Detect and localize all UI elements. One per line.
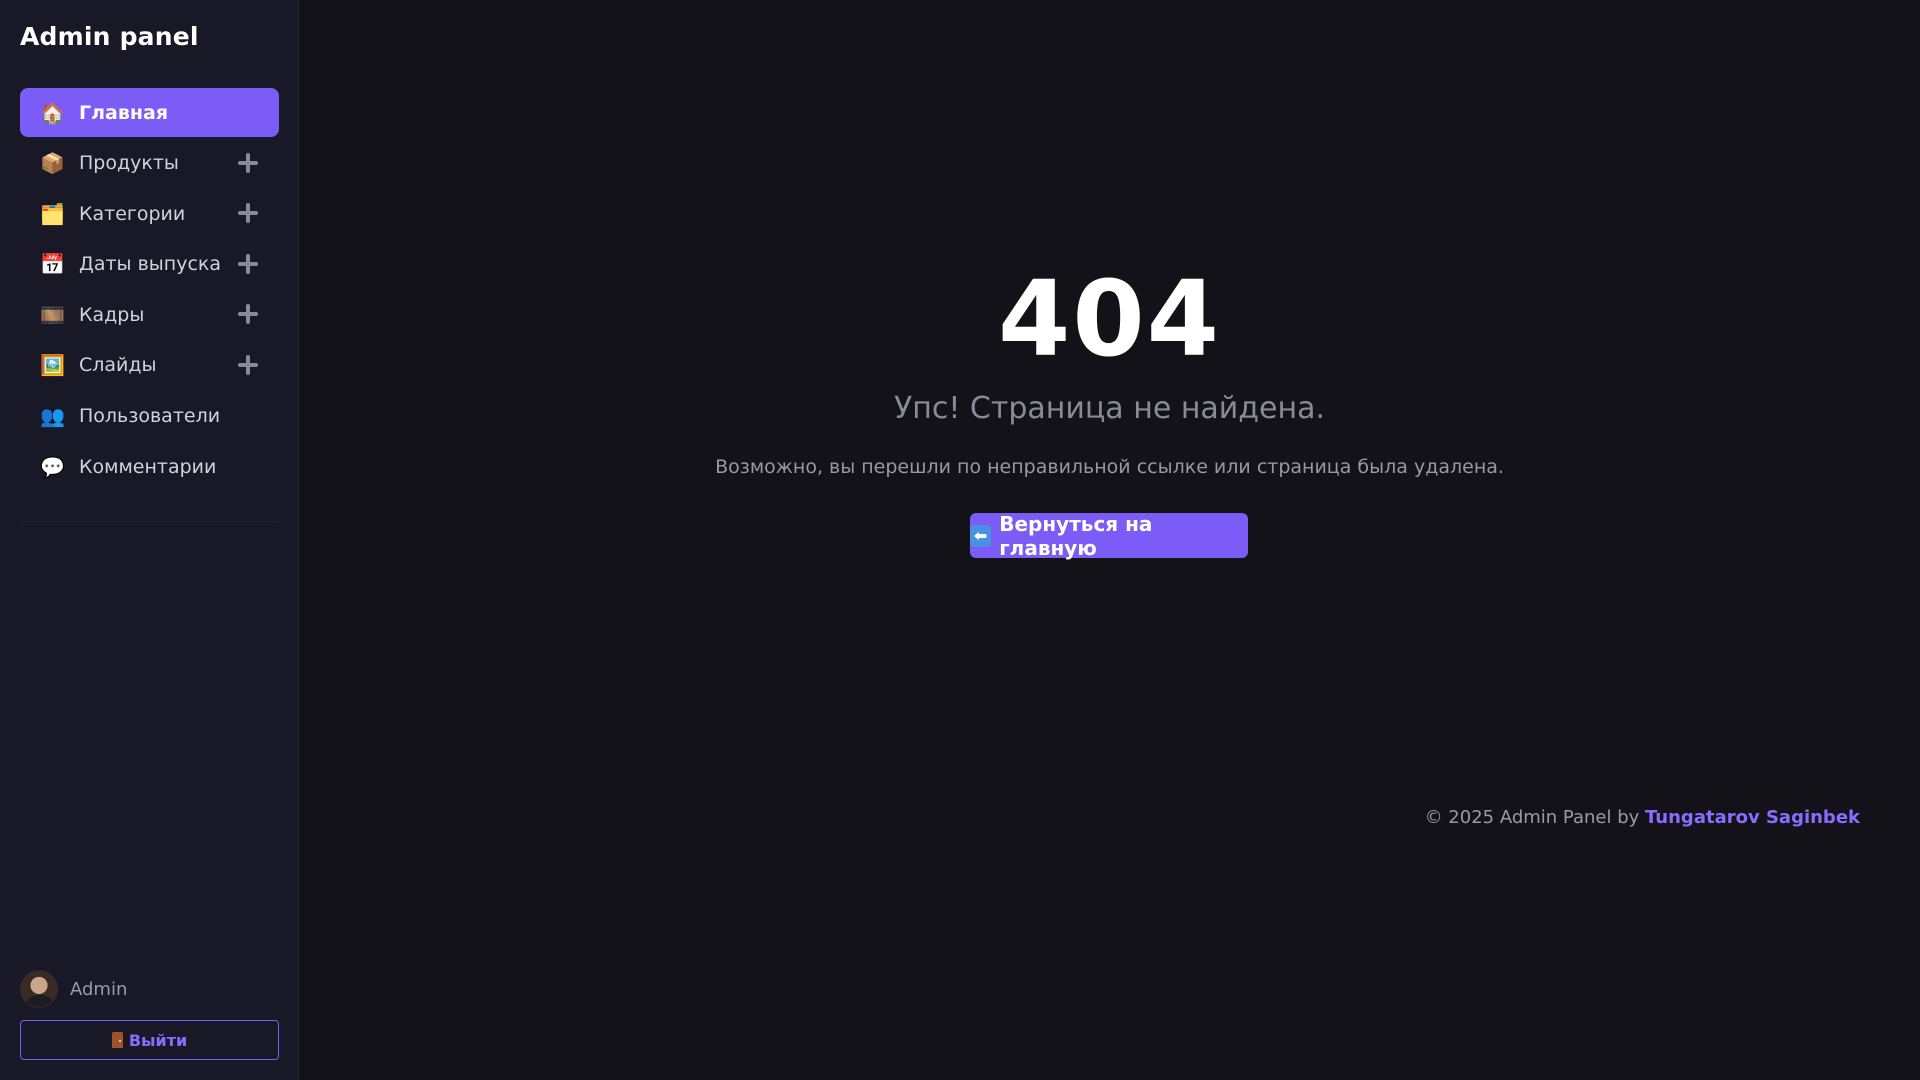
back-home-button[interactable]: ⬅ Вернуться на главную xyxy=(970,511,1248,560)
arrow-left-icon: ⬅ xyxy=(970,524,992,547)
sidebar: Admin panel 🏠 Главная 📦 Продукты 🗂️ Кате… xyxy=(0,0,299,1080)
picture-icon: 🖼️ xyxy=(40,353,65,378)
user-name: Admin xyxy=(70,978,128,1000)
home-icon: 🏠 xyxy=(40,100,65,125)
add-product-icon[interactable] xyxy=(237,152,259,174)
add-slide-icon[interactable] xyxy=(237,354,259,376)
main-content: 404 Упс! Страница не найдена. Возможно, … xyxy=(299,0,1920,1080)
footer-copyright: © 2025 Admin Panel by xyxy=(1424,807,1645,828)
sidebar-item-label: Даты выпуска xyxy=(79,253,222,276)
app-root: Admin panel 🏠 Главная 📦 Продукты 🗂️ Кате… xyxy=(0,0,1920,1080)
author-link[interactable]: Tungatarov Saginbek xyxy=(1645,807,1860,828)
sidebar-item-label: Категории xyxy=(79,202,186,225)
users-icon: 👥 xyxy=(40,404,65,429)
sidebar-item-label: Кадры xyxy=(79,303,145,326)
sidebar-item-label: Пользователи xyxy=(79,405,221,428)
calendar-icon: 📅 xyxy=(40,252,65,277)
logout-button[interactable]: Выйти xyxy=(20,1020,279,1060)
sidebar-item-frames[interactable]: 🎞️ Кадры xyxy=(20,290,279,339)
sidebar-item-users[interactable]: 👥 Пользователи xyxy=(20,392,279,441)
sidebar-item-comments[interactable]: 💬 Комментарии xyxy=(20,442,279,491)
sidebar-item-home[interactable]: 🏠 Главная xyxy=(20,88,279,137)
add-category-icon[interactable] xyxy=(237,202,259,224)
sidebar-item-slides[interactable]: 🖼️ Слайды xyxy=(20,341,279,390)
add-release-date-icon[interactable] xyxy=(237,253,259,275)
sidebar-item-label: Главная xyxy=(79,101,169,124)
package-icon: 📦 xyxy=(40,151,65,176)
user-profile: Admin xyxy=(20,970,127,1008)
avatar xyxy=(20,970,58,1008)
logout-label: Выйти xyxy=(128,1030,188,1050)
sidebar-nav: 🏠 Главная 📦 Продукты 🗂️ Категории 📅 Даты… xyxy=(20,88,279,493)
brand-title: Admin panel xyxy=(20,22,199,51)
error-description: Возможно, вы перешли по неправильной ссы… xyxy=(715,456,1504,478)
error-code: 404 xyxy=(997,258,1222,380)
add-frame-icon[interactable] xyxy=(237,303,259,325)
sidebar-item-release-dates[interactable]: 📅 Даты выпуска xyxy=(20,240,279,289)
sidebar-item-label: Комментарии xyxy=(79,455,217,478)
sidebar-item-products[interactable]: 📦 Продукты xyxy=(20,139,279,188)
back-home-label: Вернуться на главную xyxy=(999,511,1153,560)
sidebar-item-label: Слайды xyxy=(79,354,157,377)
film-frames-icon: 🎞️ xyxy=(40,302,65,327)
speech-bubble-icon: 💬 xyxy=(40,454,65,479)
folder-icon: 🗂️ xyxy=(40,201,65,226)
footer: © 2025 Admin Panel by Tungatarov Saginbe… xyxy=(1425,807,1860,828)
sidebar-item-categories[interactable]: 🗂️ Категории xyxy=(20,189,279,238)
error-title: Упс! Страница не найдена. xyxy=(893,391,1326,426)
door-icon xyxy=(111,1032,123,1048)
sidebar-divider xyxy=(20,521,279,522)
sidebar-item-label: Продукты xyxy=(79,152,179,175)
